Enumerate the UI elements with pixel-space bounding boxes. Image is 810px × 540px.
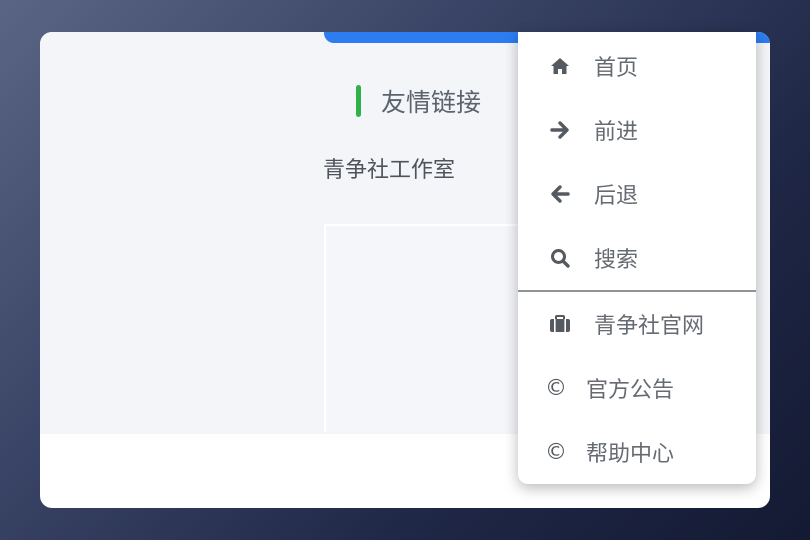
home-icon [548, 54, 572, 78]
menu-item-home[interactable]: 首页 [518, 42, 756, 90]
copyright-icon: © [545, 375, 567, 401]
menu-item-forward[interactable]: 前进 [518, 106, 756, 154]
menu-divider [518, 290, 756, 292]
menu-item-back[interactable]: 后退 [518, 170, 756, 218]
context-menu: 首页 前进 后退 搜索 青争社官网 © 官方公告 © 帮助中心 [518, 32, 756, 484]
menu-item-official-site[interactable]: 青争社官网 [518, 300, 756, 348]
briefcase-icon [548, 312, 572, 336]
menu-item-help-center[interactable]: © 帮助中心 [518, 428, 756, 476]
menu-item-label: 后退 [594, 184, 639, 209]
friend-links-heading: 友情链接 [356, 84, 481, 118]
friend-links-title: 友情链接 [381, 88, 482, 117]
menu-item-label: 官方公告 [586, 378, 675, 403]
menu-item-search[interactable]: 搜索 [518, 234, 756, 282]
menu-item-label: 青争社官网 [594, 314, 705, 339]
search-icon [548, 246, 572, 270]
content-panel [324, 224, 526, 432]
arrow-right-icon [548, 118, 572, 142]
arrow-left-icon [548, 182, 572, 206]
menu-item-label: 帮助中心 [586, 442, 675, 467]
menu-item-label: 首页 [594, 56, 639, 81]
copyright-icon: © [545, 439, 567, 465]
section-marker [356, 85, 361, 117]
studio-link[interactable]: 青争社工作室 [323, 152, 455, 184]
menu-item-label: 搜索 [594, 248, 639, 273]
menu-item-announcements[interactable]: © 官方公告 [518, 364, 756, 412]
menu-item-label: 前进 [594, 120, 639, 145]
